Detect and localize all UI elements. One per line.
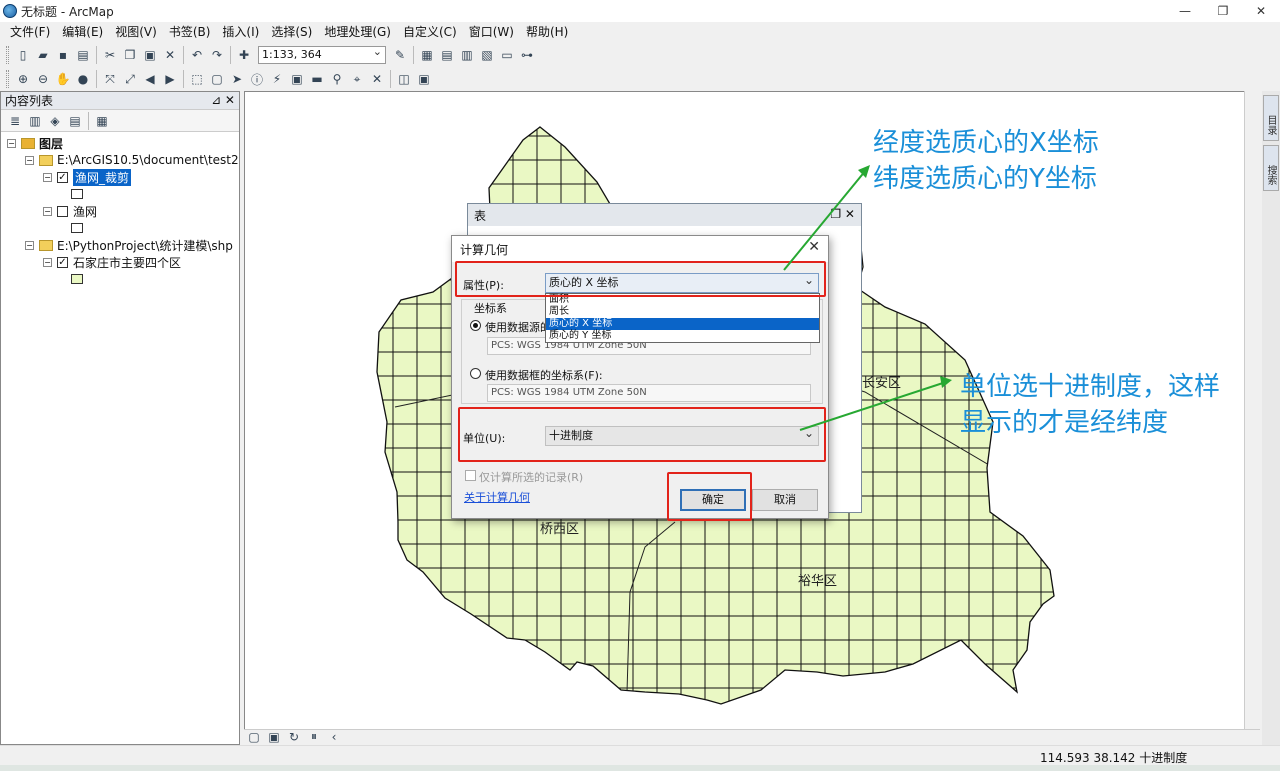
- annotation-units-2: 显示的才是经纬度: [960, 408, 1169, 438]
- taskbar-strip: [0, 765, 1280, 771]
- status-coordinates: 114.593 38.142 十进制度: [1040, 751, 1188, 765]
- annotation-latitude: 纬度选质心的Y坐标: [873, 164, 1097, 194]
- annotation-longitude: 经度选质心的X坐标: [873, 128, 1099, 158]
- annotation-units-1: 单位选十进制度，这样: [960, 372, 1221, 402]
- arrow-line-top: [783, 169, 867, 271]
- status-bar: 114.593 38.142 十进制度: [0, 745, 1280, 765]
- arrow-line-mid: [799, 381, 947, 431]
- arrowhead-mid: [940, 376, 952, 388]
